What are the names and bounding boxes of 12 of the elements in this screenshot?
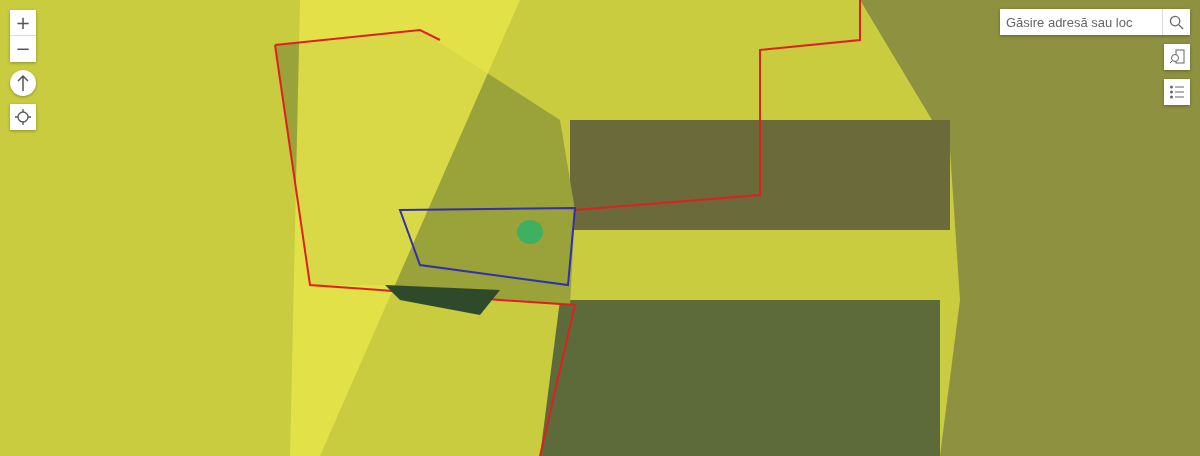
- document-magnifier-icon: [1169, 49, 1185, 65]
- up-arrow-icon: [16, 74, 30, 92]
- document-search-button[interactable]: [1164, 44, 1190, 70]
- search-icon: [1169, 14, 1184, 30]
- locate-button[interactable]: [10, 104, 36, 130]
- legend-list-button[interactable]: [1164, 79, 1190, 105]
- zoom-out-button[interactable]: −: [10, 36, 36, 62]
- search-field[interactable]: Găsire adresă sau loc: [1000, 9, 1190, 35]
- zoom-in-button[interactable]: +: [10, 10, 36, 36]
- search-button[interactable]: [1162, 9, 1190, 35]
- list-icon: [1169, 84, 1185, 100]
- crosshair-icon: [15, 109, 31, 125]
